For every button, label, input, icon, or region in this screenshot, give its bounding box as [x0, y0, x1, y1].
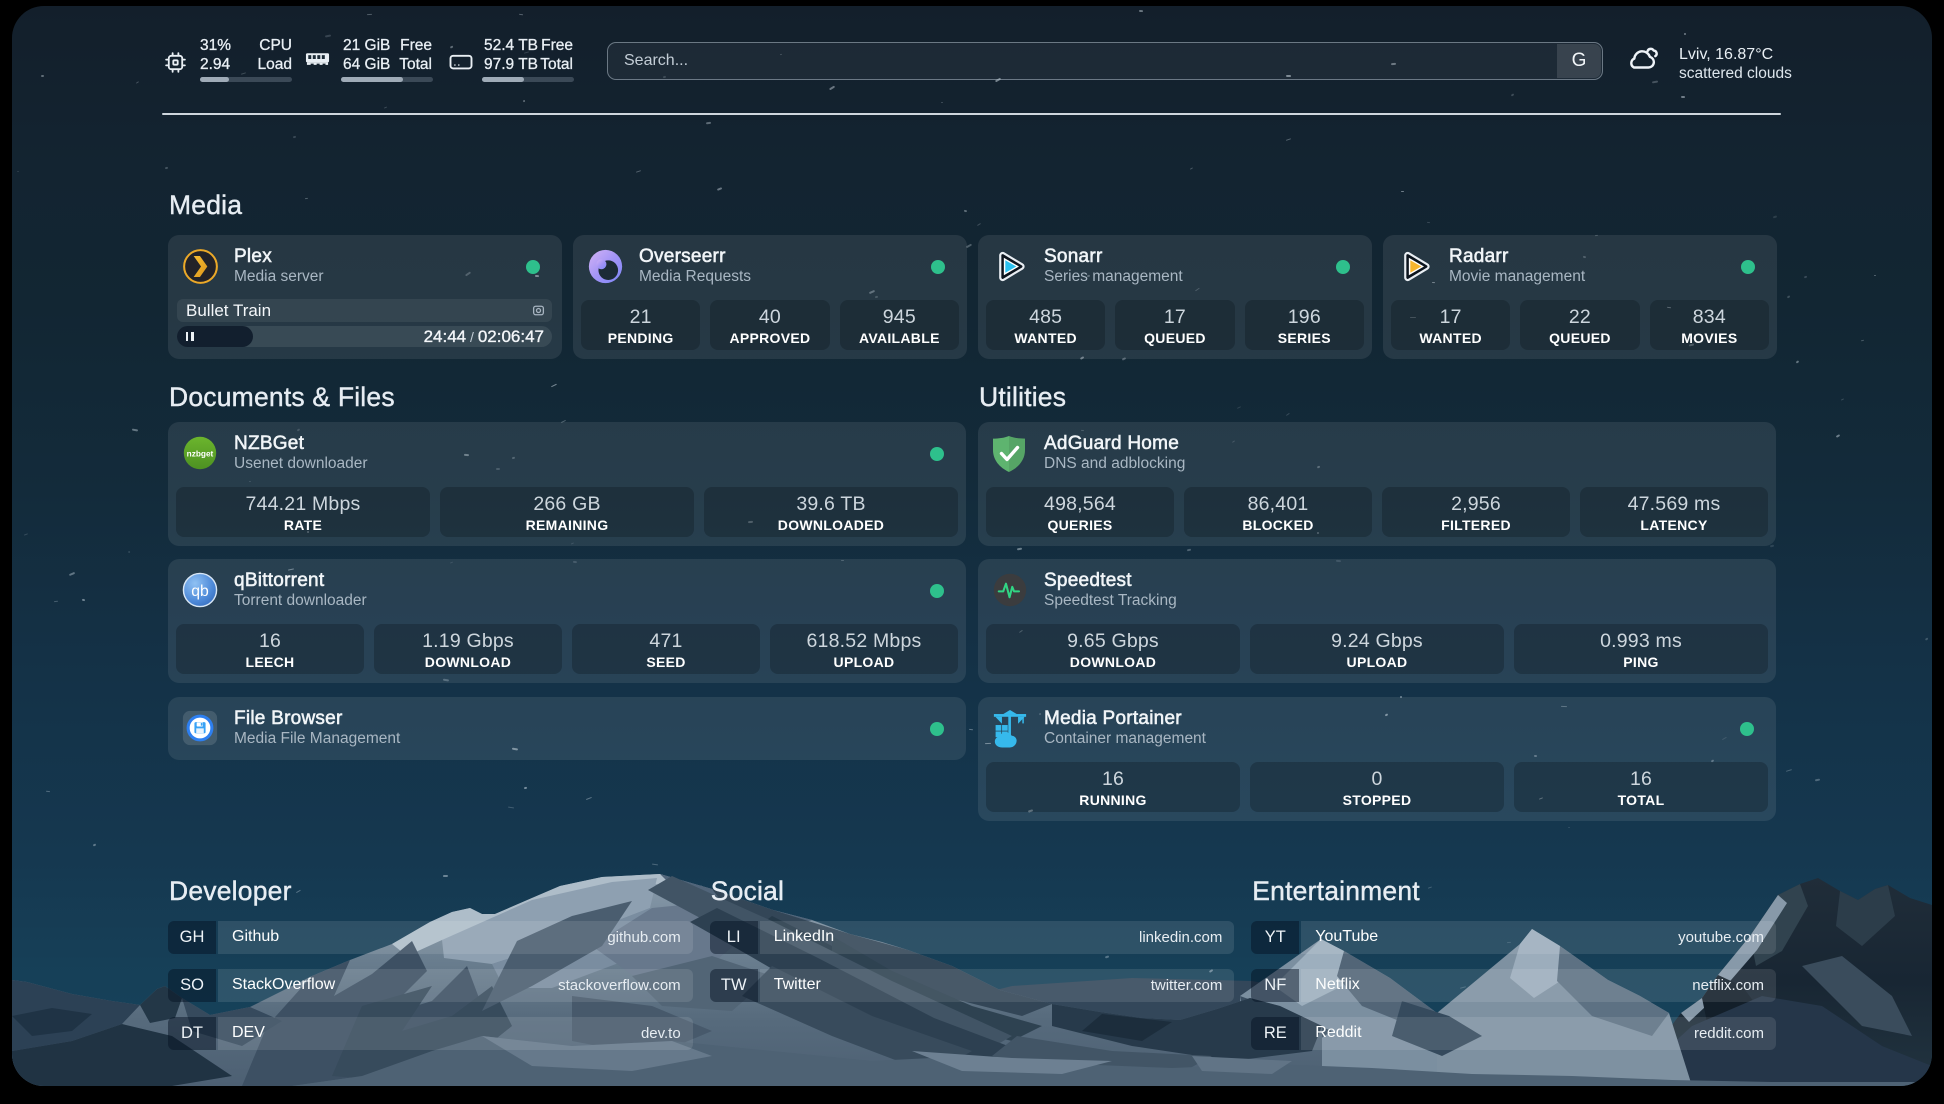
svg-text:qb: qb	[191, 583, 209, 600]
svg-text:nzbget: nzbget	[187, 450, 214, 459]
